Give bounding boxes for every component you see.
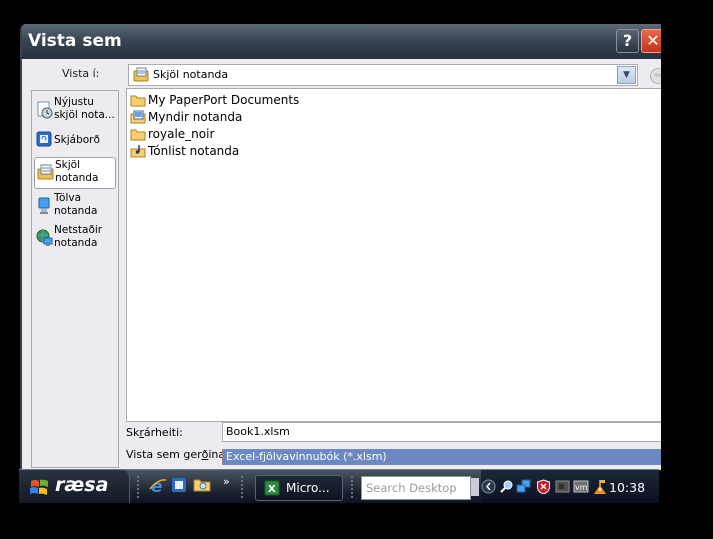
label-part: Vista sem ger	[126, 448, 202, 461]
search-tray-icon[interactable]	[499, 479, 514, 494]
dialog-title: Vista sem	[28, 31, 122, 51]
places-item-recent[interactable]: Nýjustu skjöl nota...	[34, 95, 115, 125]
folder-icon	[130, 93, 146, 110]
places-item-label: Skjöl notanda	[55, 159, 99, 184]
title-bar[interactable]: Vista sem ? ✕	[22, 24, 661, 59]
label-part: árheiti:	[143, 426, 183, 439]
taskbar-button-excel[interactable]: X Micro...	[255, 475, 343, 501]
look-in-dropdown[interactable]: Skjöl notanda ▼	[128, 64, 638, 86]
my-documents-icon	[133, 67, 149, 85]
file-type-value: Excel-fjölvavinnubók (*.xlsm)	[226, 450, 387, 463]
toolbar-grip[interactable]	[137, 476, 142, 498]
places-item-label: Netstaðir notanda	[54, 224, 103, 249]
file-list[interactable]: My PaperPort Documents Myndir notanda ro…	[126, 88, 661, 422]
back-arrow-icon[interactable]: ⇦	[650, 68, 661, 84]
system-tray: vm 10:38	[481, 470, 659, 503]
places-item-my-computer[interactable]: Tölva notanda	[34, 191, 114, 221]
pictures-folder-icon	[130, 110, 146, 127]
toolbar-grip[interactable]	[241, 476, 246, 498]
label-part: Sk	[126, 426, 140, 439]
chevron-down-icon[interactable]: ▼	[617, 66, 636, 84]
security-alert-icon[interactable]	[536, 479, 551, 495]
network-places-icon	[36, 229, 54, 250]
folder-icon	[130, 127, 146, 144]
internet-explorer-icon[interactable]: e	[149, 477, 167, 497]
music-folder-icon	[130, 144, 146, 161]
places-bar: Nýjustu skjöl nota... Skjáborð Skjöl not…	[31, 90, 119, 468]
vmware-icon[interactable]: vm	[573, 479, 589, 494]
file-type-label: Vista sem gerðina:	[126, 448, 229, 461]
search-placeholder: Search Desktop	[366, 481, 457, 495]
show-desktop-icon[interactable]	[171, 477, 189, 495]
file-name: Myndir notanda	[148, 110, 243, 124]
my-documents-icon	[37, 164, 54, 183]
file-name-value: Book1.xlsm	[226, 425, 290, 438]
app-tray-icon[interactable]	[555, 479, 570, 494]
places-item-my-documents[interactable]: Skjöl notanda	[34, 157, 116, 189]
windows-logo-icon	[29, 479, 49, 499]
file-type-select[interactable]: Excel-fjölvavinnubók (*.xlsm)	[222, 449, 661, 465]
look-in-label: Vista í:	[62, 67, 100, 80]
places-item-label: Skjáborð	[54, 134, 100, 146]
close-button[interactable]: ✕	[641, 29, 661, 53]
svg-text:X: X	[268, 484, 276, 495]
look-in-value: Skjöl notanda	[153, 68, 229, 81]
places-item-label: Nýjustu skjöl nota...	[54, 96, 115, 121]
start-label: ræsa	[55, 474, 109, 496]
file-name: royale_noir	[148, 127, 215, 141]
file-name-label: Skrárheiti:	[126, 426, 183, 439]
save-as-dialog: Vista sem ? ✕ Vista í: Skjöl notanda ▼ ⇦…	[20, 24, 661, 470]
taskbar-button-label: Micro...	[286, 481, 330, 495]
windows-explorer-icon[interactable]	[193, 477, 211, 495]
file-name-input[interactable]: Book1.xlsm	[222, 422, 661, 442]
show-hidden-icons-button[interactable]	[481, 479, 496, 494]
file-name: Tónlist notanda	[148, 144, 240, 158]
excel-icon: X	[264, 480, 280, 499]
svg-text:vm: vm	[575, 483, 588, 492]
quick-launch-more[interactable]: »	[223, 475, 230, 488]
network-icon[interactable]	[516, 479, 531, 494]
desktop-search-input[interactable]: Search Desktop	[361, 476, 471, 500]
my-computer-icon	[36, 197, 52, 218]
places-item-desktop[interactable]: Skjáborð	[34, 129, 114, 159]
places-item-label: Tölva notanda	[54, 192, 98, 217]
help-button[interactable]: ?	[616, 29, 639, 53]
file-name: My PaperPort Documents	[148, 93, 300, 107]
search-go-button[interactable]	[471, 478, 479, 496]
desktop-icon	[36, 131, 52, 150]
recent-documents-icon	[36, 101, 53, 122]
start-button[interactable]: ræsa	[19, 470, 130, 503]
toolbar-grip[interactable]	[351, 476, 356, 498]
places-item-network-places[interactable]: Netstaðir notanda	[34, 223, 114, 253]
notification-flag-icon[interactable]	[592, 479, 607, 494]
clock[interactable]: 10:38	[609, 480, 645, 495]
taskbar: ræsa e » X Micro... Search Desktop vm 10…	[19, 469, 659, 503]
